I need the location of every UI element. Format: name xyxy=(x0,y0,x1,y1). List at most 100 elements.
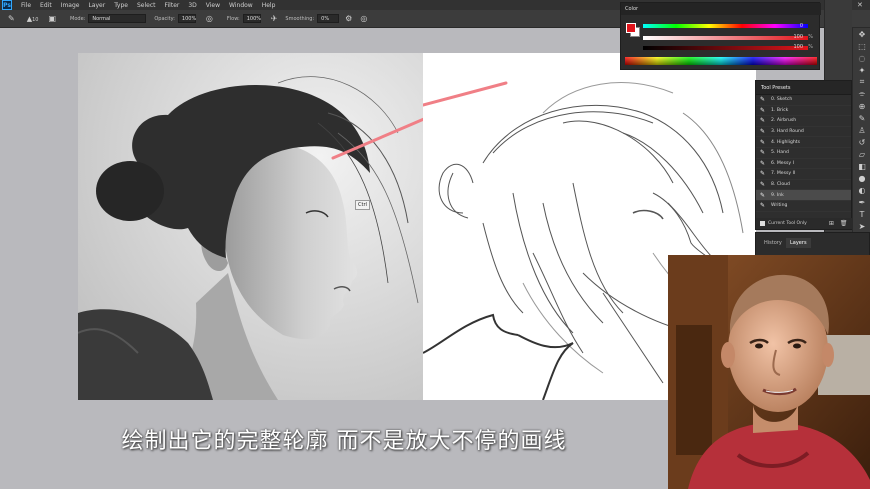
new-preset-icon[interactable]: ⊞ xyxy=(829,220,834,227)
opacity-label: Opacity: xyxy=(154,15,175,22)
tool-preset-label: 9. Ink xyxy=(771,192,784,198)
tool-preset-item[interactable]: ✎ 7. Messy II xyxy=(756,169,851,180)
pen-tool-icon[interactable]: ✒ xyxy=(853,196,870,208)
healing-tool-icon[interactable]: ⊕ xyxy=(853,100,870,112)
lasso-tool-icon[interactable]: ◌ xyxy=(853,52,870,64)
menu-file[interactable]: File xyxy=(21,2,31,9)
opacity-value: 100% xyxy=(181,15,197,22)
video-subtitle: 绘制出它的完整轮廓 而不是放大不停的画线 xyxy=(121,429,567,454)
tool-preset-item[interactable]: ✎ 8. Cloud xyxy=(756,180,851,191)
mode-select[interactable]: Normal xyxy=(88,14,147,23)
crop-tool-icon[interactable]: ⌗ xyxy=(853,76,870,88)
history-brush-tool-icon[interactable]: ↺ xyxy=(853,136,870,148)
tool-presets-panel: Tool Presets ✎ 0. Sketch ✎ 1. Brick ✎ 2. Airb… xyxy=(755,80,853,230)
mode-label: Mode: xyxy=(70,15,86,22)
menu-edit[interactable]: Edit xyxy=(40,2,52,9)
tool-preset-label: 2. Airbrush xyxy=(771,118,797,124)
close-button[interactable]: ✕ xyxy=(857,1,863,9)
smoothing-settings-icon[interactable]: ⚙ xyxy=(345,14,352,23)
brush-preset-icon: ✎ xyxy=(760,191,766,199)
brush-tool-icon[interactable]: ✎ xyxy=(853,112,870,124)
marquee-tool-icon[interactable]: ⬚ xyxy=(853,40,870,52)
menu-select[interactable]: Select xyxy=(137,2,156,9)
brush-preset-icon: ✎ xyxy=(760,128,766,136)
hue-value[interactable]: 0 xyxy=(800,23,803,29)
tool-preset-label: 0. Sketch xyxy=(771,97,793,103)
foreground-color-swatch[interactable] xyxy=(626,23,636,33)
color-spectrum[interactable] xyxy=(625,57,817,65)
menu-window[interactable]: Window xyxy=(229,2,253,9)
brush-size-value: 10 xyxy=(32,16,39,23)
current-tool-only-checkbox[interactable] xyxy=(760,221,765,226)
tool-preset-item[interactable]: ✎ 4. Highlights xyxy=(756,137,851,148)
tool-preset-label: 7. Messy II xyxy=(771,171,796,177)
brush-preset-icon: ✎ xyxy=(760,96,766,104)
clone-stamp-tool-icon[interactable]: ♙ xyxy=(853,124,870,136)
pressure-opacity-icon[interactable]: ◎ xyxy=(206,14,213,23)
saturation-value[interactable]: 100 xyxy=(793,34,803,40)
blur-tool-icon[interactable]: ● xyxy=(853,172,870,184)
saturation-slider[interactable] xyxy=(643,36,808,40)
type-tool-icon[interactable]: T xyxy=(853,208,870,220)
flow-field[interactable]: 100% xyxy=(242,14,261,23)
eraser-tool-icon[interactable]: ▱ xyxy=(853,148,870,160)
brush-preset-icon: ✎ xyxy=(760,170,766,178)
brush-panel-icon[interactable]: ▣ xyxy=(48,14,56,23)
photoshop-logo: Ps xyxy=(2,0,12,10)
menu-layer[interactable]: Layer xyxy=(88,2,105,9)
current-tool-only-option[interactable]: Current Tool Only ⊞ 🗑 xyxy=(756,218,853,229)
menu-view[interactable]: View xyxy=(206,2,220,9)
reference-photo xyxy=(78,53,423,400)
brush-preset-icon: ✎ xyxy=(760,106,766,114)
tool-preset-item[interactable]: ✎ 6. Messy I xyxy=(756,159,851,170)
brightness-unit: % xyxy=(808,44,813,50)
tab-history[interactable]: History xyxy=(764,240,782,246)
tool-preset-item[interactable]: ✎ 2. Airbrush xyxy=(756,116,851,127)
brightness-value[interactable]: 100 xyxy=(793,44,803,50)
smoothing-value: 0% xyxy=(321,15,330,22)
menu-filter[interactable]: Filter xyxy=(165,2,180,9)
path-select-tool-icon[interactable]: ➤ xyxy=(853,220,870,232)
eyedropper-tool-icon[interactable]: ⌯ xyxy=(853,88,870,100)
saturation-unit: % xyxy=(808,34,813,40)
tool-presets-title[interactable]: Tool Presets xyxy=(756,81,851,95)
tool-preset-label: 1. Brick xyxy=(771,107,789,113)
tab-layers[interactable]: Layers xyxy=(786,238,811,248)
hue-slider[interactable] xyxy=(643,24,808,28)
color-panel-tab[interactable]: Color xyxy=(621,3,821,15)
tool-preset-item[interactable]: ✎ Writing xyxy=(756,201,851,212)
smoothing-field[interactable]: 0% xyxy=(317,14,340,23)
brightness-slider[interactable] xyxy=(643,46,808,50)
menu-help[interactable]: Help xyxy=(262,2,276,9)
magic-wand-tool-icon[interactable]: ✦ xyxy=(853,64,870,76)
mode-value: Normal xyxy=(92,15,111,22)
gradient-tool-icon[interactable]: ◧ xyxy=(853,160,870,172)
brush-size-picker[interactable]: ▲10 xyxy=(27,15,39,23)
tool-preset-label: 3. Hard Round xyxy=(771,129,804,135)
menu-3d[interactable]: 3D xyxy=(188,2,196,9)
dodge-tool-icon[interactable]: ◐ xyxy=(853,184,870,196)
delete-preset-icon[interactable]: 🗑 xyxy=(840,220,848,227)
flow-label: Flow: xyxy=(226,15,240,22)
pressure-size-icon[interactable]: ◎ xyxy=(360,14,367,23)
brush-preset-icon: ✎ xyxy=(760,138,766,146)
modifier-tooltip: Ctrl xyxy=(355,200,370,210)
opacity-field[interactable]: 100% xyxy=(177,14,197,23)
airbrush-icon[interactable]: ✈ xyxy=(271,14,278,23)
tool-preset-label: 8. Cloud xyxy=(771,182,790,188)
current-tool-only-label: Current Tool Only xyxy=(768,221,807,226)
brush-tool-icon[interactable]: ✎ xyxy=(8,14,15,23)
tool-preset-item[interactable]: ✎ 3. Hard Round xyxy=(756,127,851,138)
tool-preset-item[interactable]: ✎ 5. Hand xyxy=(756,148,851,159)
menu-type[interactable]: Type xyxy=(114,2,128,9)
tool-preset-label: 5. Hand xyxy=(771,150,789,156)
menu-image[interactable]: Image xyxy=(61,2,80,9)
brush-preset-icon: ✎ xyxy=(760,159,766,167)
move-tool-icon[interactable]: ✥ xyxy=(853,28,870,40)
tool-preset-item[interactable]: ✎ 0. Sketch xyxy=(756,95,851,106)
tool-preset-item[interactable]: ✎ 9. Ink xyxy=(756,190,851,201)
brush-preset-icon: ✎ xyxy=(760,181,766,189)
tool-preset-label: Writing xyxy=(771,203,788,209)
tool-preset-label: 4. Highlights xyxy=(771,139,800,145)
tool-preset-item[interactable]: ✎ 1. Brick xyxy=(756,106,851,117)
